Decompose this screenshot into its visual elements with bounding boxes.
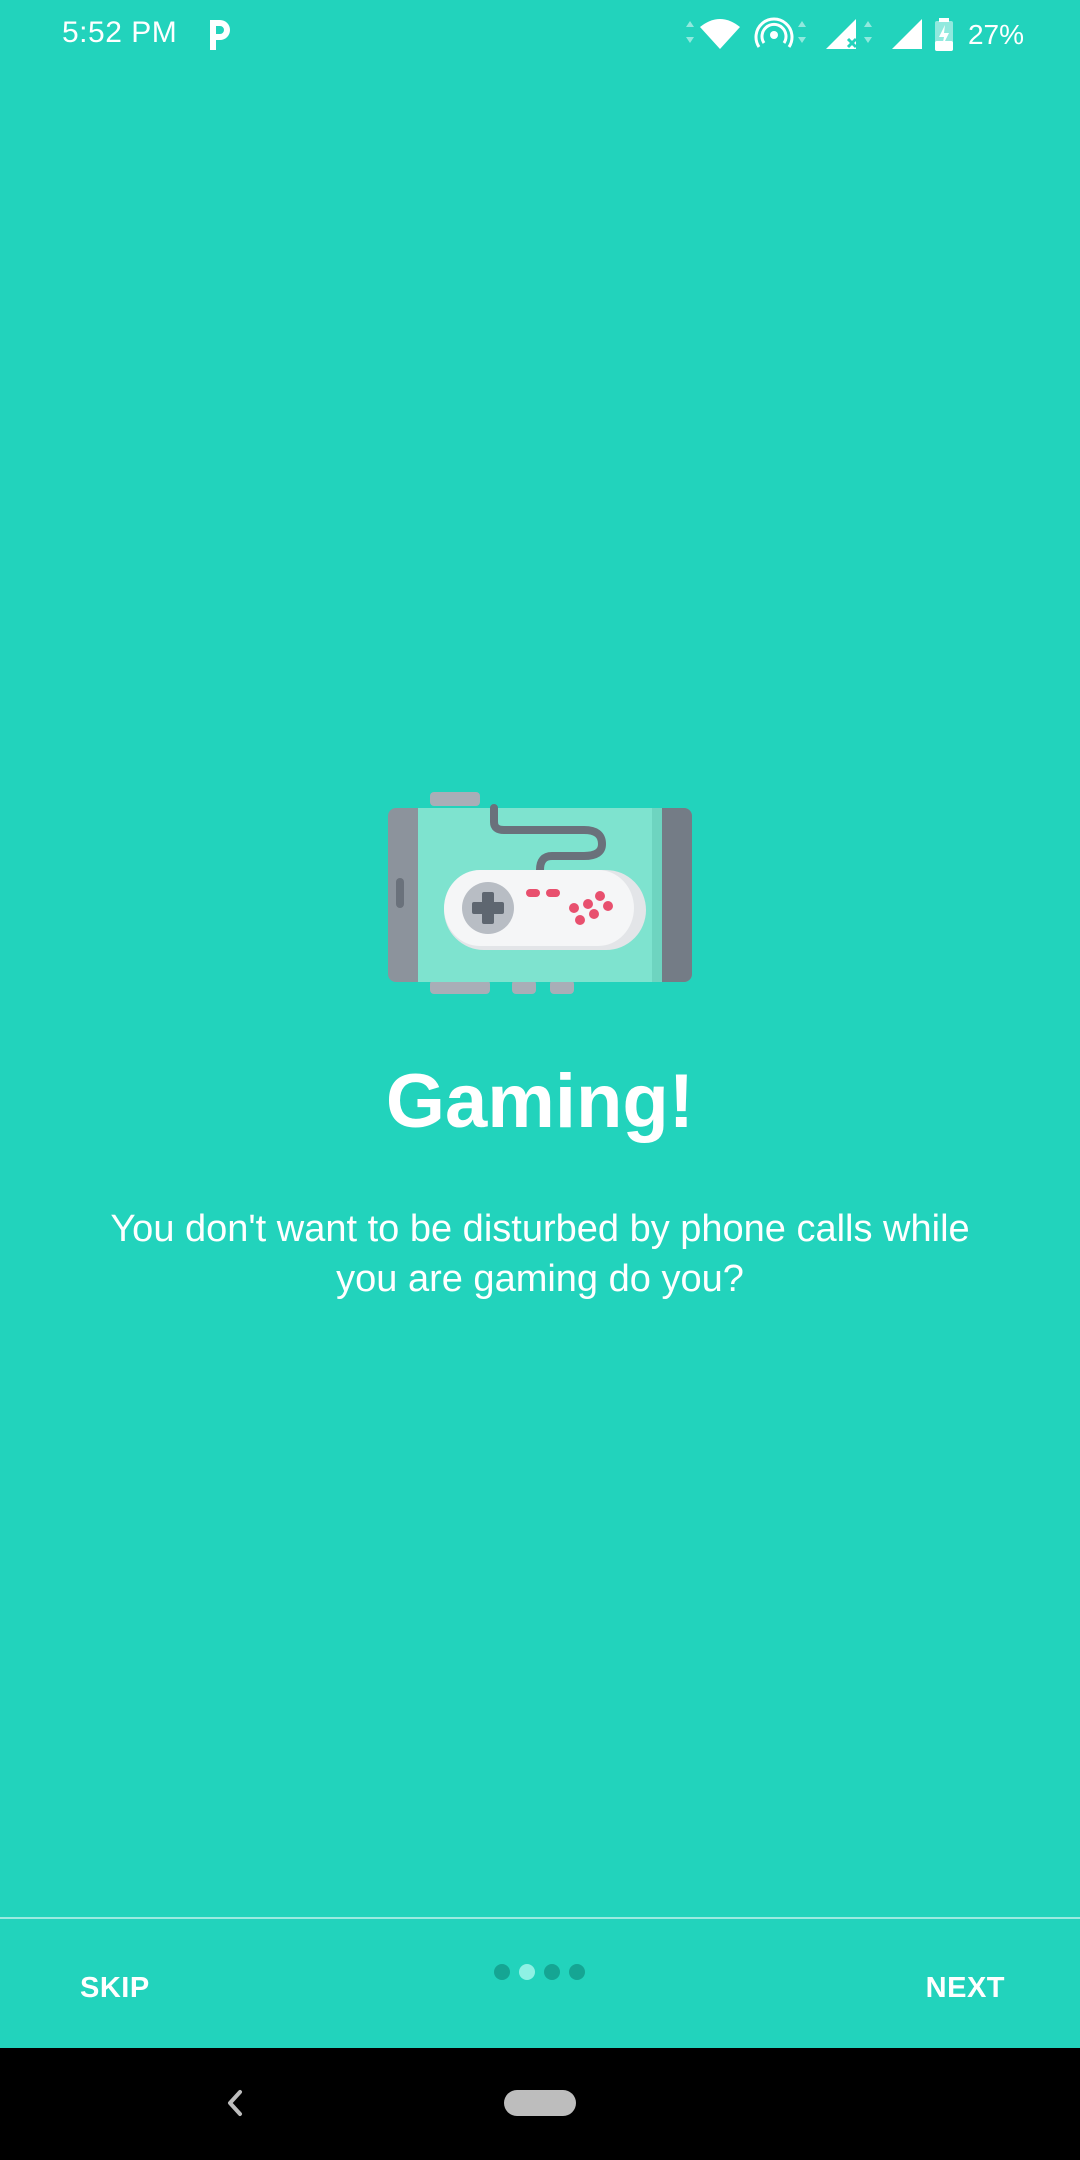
- page-title: Gaming!: [385, 1059, 695, 1144]
- page-description: You don't want to be disturbed by phone …: [110, 1208, 970, 1300]
- status-time: 5:52 PM: [62, 16, 178, 49]
- system-nav-bar: [0, 2048, 1080, 2160]
- signal-no-data-icon: [825, 19, 872, 49]
- skip-button[interactable]: SKIP: [80, 1960, 150, 2016]
- onboarding-screen: 5:52 PM 27% Gaming! You don't want to be…: [0, 0, 1080, 2160]
- page-dot-2-active[interactable]: [519, 1964, 535, 1980]
- page-dot-4[interactable]: [569, 1964, 585, 1980]
- battery-charging-icon: [934, 18, 953, 51]
- signal-icon: [891, 19, 922, 49]
- page-dot-3[interactable]: [544, 1964, 560, 1980]
- divider: [0, 1917, 1080, 1919]
- status-bar: 5:52 PM 27%: [0, 0, 1080, 72]
- home-pill-icon[interactable]: [504, 2090, 576, 2116]
- status-icons: 27%: [684, 14, 1024, 56]
- next-button[interactable]: NEXT: [926, 1960, 1005, 2016]
- hotspot-icon: [754, 17, 806, 48]
- battery-percent: 27%: [967, 19, 1024, 50]
- page-dot-1[interactable]: [494, 1964, 510, 1980]
- wifi-icon: [685, 19, 740, 49]
- game-controller-icon: [388, 792, 692, 994]
- back-icon[interactable]: [210, 2078, 260, 2128]
- page-indicator: [494, 1964, 585, 1980]
- pandora-icon: [210, 20, 230, 50]
